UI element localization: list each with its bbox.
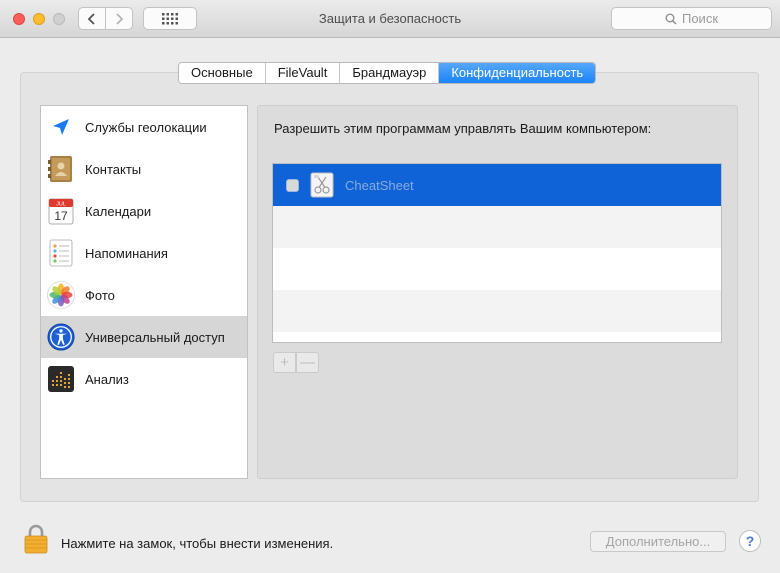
calendar-month: JUL bbox=[56, 202, 66, 208]
lock-hint-text: Нажмите на замок, чтобы внести изменения… bbox=[61, 536, 334, 551]
calendar-icon: JUL 17 bbox=[47, 197, 75, 225]
app-enable-checkbox[interactable] bbox=[286, 179, 299, 192]
sidebar-item-calendars[interactable]: JUL 17 Календари bbox=[41, 190, 247, 232]
location-arrow-icon bbox=[47, 113, 75, 141]
minus-icon: — bbox=[300, 354, 315, 371]
analytics-icon bbox=[47, 365, 75, 393]
sidebar-item-contacts[interactable]: Контакты bbox=[41, 148, 247, 190]
contacts-book-icon bbox=[47, 155, 75, 183]
advanced-button[interactable]: Дополнительно... bbox=[590, 531, 726, 552]
sidebar-item-label: Контакты bbox=[85, 161, 142, 177]
sidebar-item-label: Напоминания bbox=[85, 245, 168, 261]
search-placeholder: Поиск bbox=[681, 11, 719, 26]
allowed-apps-heading: Разрешить этим программам управлять Ваши… bbox=[274, 121, 652, 136]
search-field[interactable]: Поиск bbox=[611, 7, 772, 30]
list-item-empty bbox=[273, 206, 721, 248]
photos-flower-icon bbox=[47, 281, 75, 309]
cheatsheet-app-icon bbox=[310, 172, 334, 198]
list-item[interactable]: CheatSheet bbox=[273, 164, 721, 206]
remove-app-button[interactable]: — bbox=[296, 352, 319, 373]
sidebar-item-label: Службы геолокации bbox=[85, 119, 207, 135]
plus-icon: + bbox=[280, 354, 289, 371]
sidebar-item-analytics[interactable]: Анализ bbox=[41, 358, 247, 400]
sidebar-item-label: Фото bbox=[85, 287, 115, 303]
sidebar-item-location-services[interactable]: Службы геолокации bbox=[41, 106, 247, 148]
tab-privacy[interactable]: Конфиденциальность bbox=[439, 63, 596, 83]
sidebar-item-photos[interactable]: Фото bbox=[41, 274, 247, 316]
reminders-list-icon bbox=[47, 239, 75, 267]
title-bar: Защита и безопасность Поиск bbox=[0, 0, 780, 38]
help-button[interactable]: ? bbox=[739, 530, 761, 552]
privacy-category-list: Службы геолокации Контакты JUL 17 Календа… bbox=[40, 105, 248, 479]
tab-bar: Основные FileVault Брандмауэр Конфиденци… bbox=[178, 62, 597, 84]
tab-firewall[interactable]: Брандмауэр bbox=[340, 63, 440, 83]
app-list[interactable]: CheatSheet bbox=[272, 163, 722, 343]
search-icon bbox=[665, 13, 677, 25]
sidebar-item-label: Календари bbox=[85, 203, 152, 219]
add-app-button[interactable]: + bbox=[273, 352, 296, 373]
lock-icon[interactable] bbox=[24, 524, 48, 554]
list-item-empty bbox=[273, 290, 721, 332]
sidebar-item-label: Универсальный доступ bbox=[85, 329, 225, 345]
accessibility-icon bbox=[47, 323, 75, 351]
calendar-day: 17 bbox=[54, 209, 68, 223]
tab-general[interactable]: Основные bbox=[179, 63, 266, 83]
sidebar-item-accessibility[interactable]: Универсальный доступ bbox=[41, 316, 247, 358]
tab-filevault[interactable]: FileVault bbox=[265, 63, 341, 83]
app-name: CheatSheet bbox=[345, 178, 414, 193]
sidebar-item-reminders[interactable]: Напоминания bbox=[41, 232, 247, 274]
list-item-empty bbox=[273, 248, 721, 290]
sidebar-item-label: Анализ bbox=[85, 371, 129, 387]
